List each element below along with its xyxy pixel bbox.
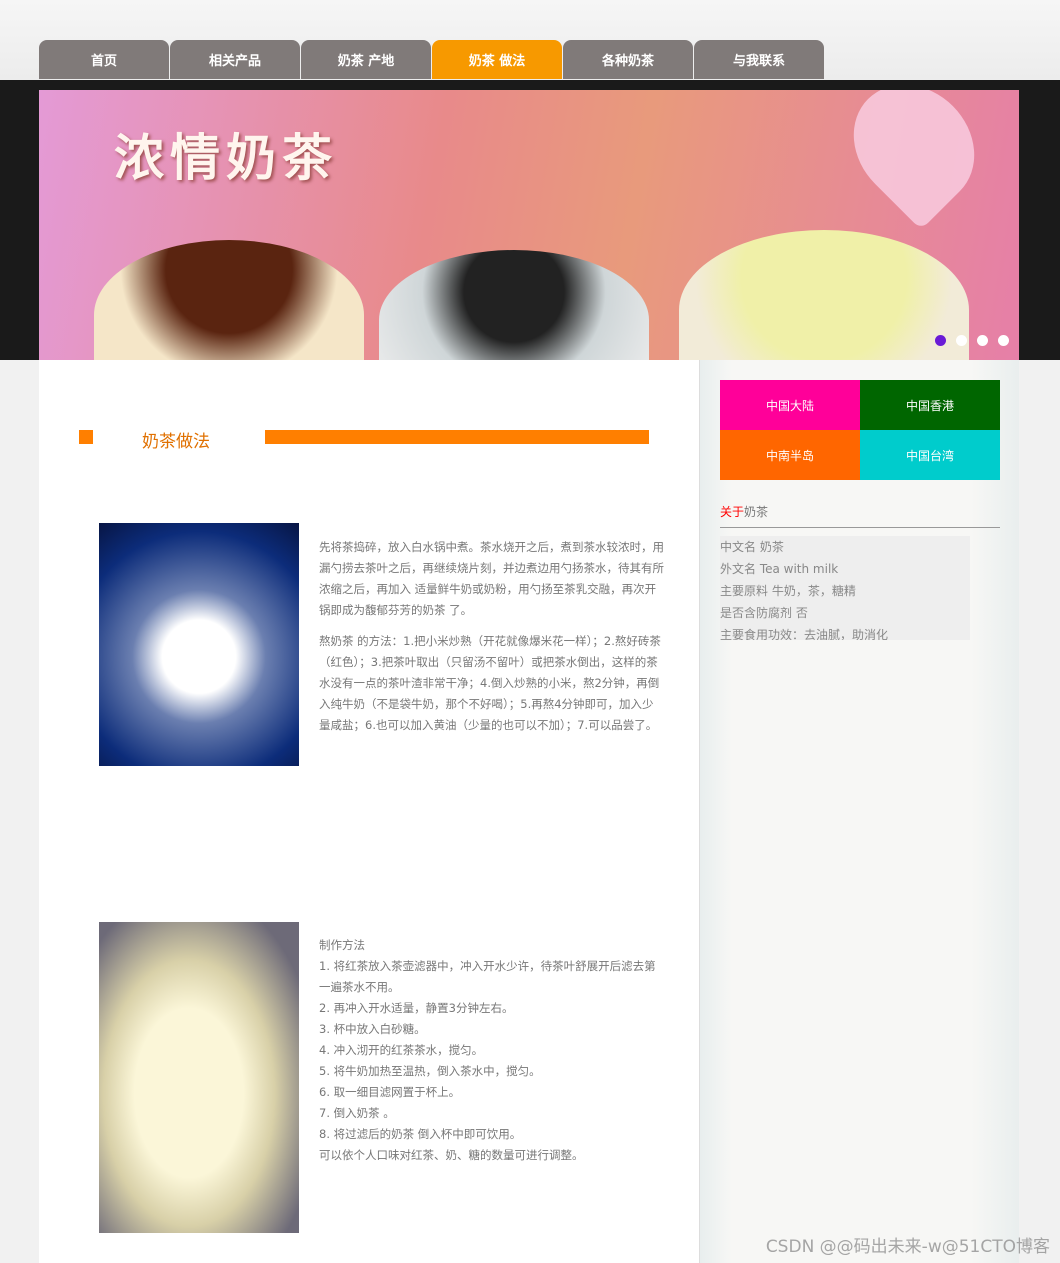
heart-decoration <box>829 90 999 230</box>
banner-title: 浓情奶茶 <box>114 128 338 187</box>
nav-origin[interactable]: 奶茶 产地 <box>301 40 431 79</box>
step: 可以依个人口味对红茶、奶、糖的数量可进行调整。 <box>319 1148 584 1162</box>
nav-contact[interactable]: 与我联系 <box>694 40 824 79</box>
step: 5. 将牛奶加热至温热，倒入茶水中，搅匀。 <box>319 1064 541 1078</box>
main-content: 奶茶做法 先将茶捣碎，放入白水锅中煮。茶水烧开之后，煮到茶水较浓时，用漏勺捞去茶… <box>39 360 699 1263</box>
cup-image <box>679 230 969 360</box>
step: 7. 倒入奶茶 。 <box>319 1106 395 1120</box>
divider <box>720 527 1000 528</box>
step: 2. 再冲入开水适量，静置3分钟左右。 <box>319 1001 514 1015</box>
region-mainland[interactable]: 中国大陆 <box>720 380 860 430</box>
step: 3. 杯中放入白砂糖。 <box>319 1022 426 1036</box>
paragraph: 先将茶捣碎，放入白水锅中煮。茶水烧开之后，煮到茶水较浓时，用漏勺捞去茶叶之后，再… <box>319 540 664 617</box>
region-grid: 中国大陆 中国香港 中南半岛 中国台湾 <box>720 380 1000 480</box>
info-line: 中文名 奶茶 <box>720 540 784 554</box>
banana-milk-image <box>99 922 299 1233</box>
info-line: 是否含防腐剂 否 <box>720 606 808 620</box>
about-rest: 奶茶 <box>744 505 769 519</box>
cup-image <box>94 240 364 360</box>
nav-recipe[interactable]: 奶茶 做法 <box>432 40 562 79</box>
step: 4. 冲入沏开的红茶茶水，搅匀。 <box>319 1043 484 1057</box>
milk-image <box>99 523 299 766</box>
carousel-dot[interactable] <box>998 335 1009 346</box>
about-heading: 关于奶茶 <box>720 503 768 520</box>
carousel-dot[interactable] <box>956 335 967 346</box>
region-hongkong[interactable]: 中国香港 <box>860 380 1000 430</box>
info-line: 外文名 Tea with milk <box>720 562 839 576</box>
section-bar <box>265 430 649 444</box>
region-indochina[interactable]: 中南半岛 <box>720 430 860 480</box>
section-marker <box>79 430 93 444</box>
about-red: 关于 <box>720 505 745 519</box>
cup-image <box>379 250 649 360</box>
nav-home[interactable]: 首页 <box>39 40 169 79</box>
watermark: CSDN @@码出未来-w@51CTO博客 <box>765 1237 1050 1257</box>
nav-varieties[interactable]: 各种奶茶 <box>563 40 693 79</box>
carousel-dot[interactable] <box>977 335 988 346</box>
nav-products[interactable]: 相关产品 <box>170 40 300 79</box>
step: 6. 取一细目滤网置于杯上。 <box>319 1085 461 1099</box>
info-line: 主要食用功效：去油腻，助消化 <box>720 628 889 640</box>
article-text: 先将茶捣碎，放入白水锅中煮。茶水烧开之后，煮到茶水较浓时，用漏勺捞去茶叶之后，再… <box>319 537 664 736</box>
section-title: 奶茶做法 <box>142 432 210 452</box>
sidebar: 中国大陆 中国香港 中南半岛 中国台湾 关于奶茶 中文名 奶茶 外文名 Tea … <box>699 360 1019 1263</box>
carousel-dots <box>935 335 1009 346</box>
steps-text: 制作方法 1. 将红茶放入茶壶滤器中，冲入开水少许，待茶叶舒展开后滤去第一遍茶水… <box>319 935 664 1166</box>
banner-carousel: 浓情奶茶 <box>39 90 1019 360</box>
region-taiwan[interactable]: 中国台湾 <box>860 430 1000 480</box>
step: 制作方法 <box>319 938 365 952</box>
info-box[interactable]: 中文名 奶茶 外文名 Tea with milk 主要原料 牛奶，茶，糖精 是否… <box>720 536 970 640</box>
step: 1. 将红茶放入茶壶滤器中，冲入开水少许，待茶叶舒展开后滤去第一遍茶水不用。 <box>319 959 656 994</box>
info-line: 主要原料 牛奶，茶，糖精 <box>720 584 856 598</box>
main-nav: 首页 相关产品 奶茶 产地 奶茶 做法 各种奶茶 与我联系 <box>39 40 825 79</box>
paragraph: 熬奶茶 的方法：1.把小米炒熟（开花就像爆米花一样）；2.熬好砖茶（红色）；3.… <box>319 634 661 732</box>
step: 8. 将过滤后的奶茶 倒入杯中即可饮用。 <box>319 1127 522 1141</box>
carousel-dot[interactable] <box>935 335 946 346</box>
